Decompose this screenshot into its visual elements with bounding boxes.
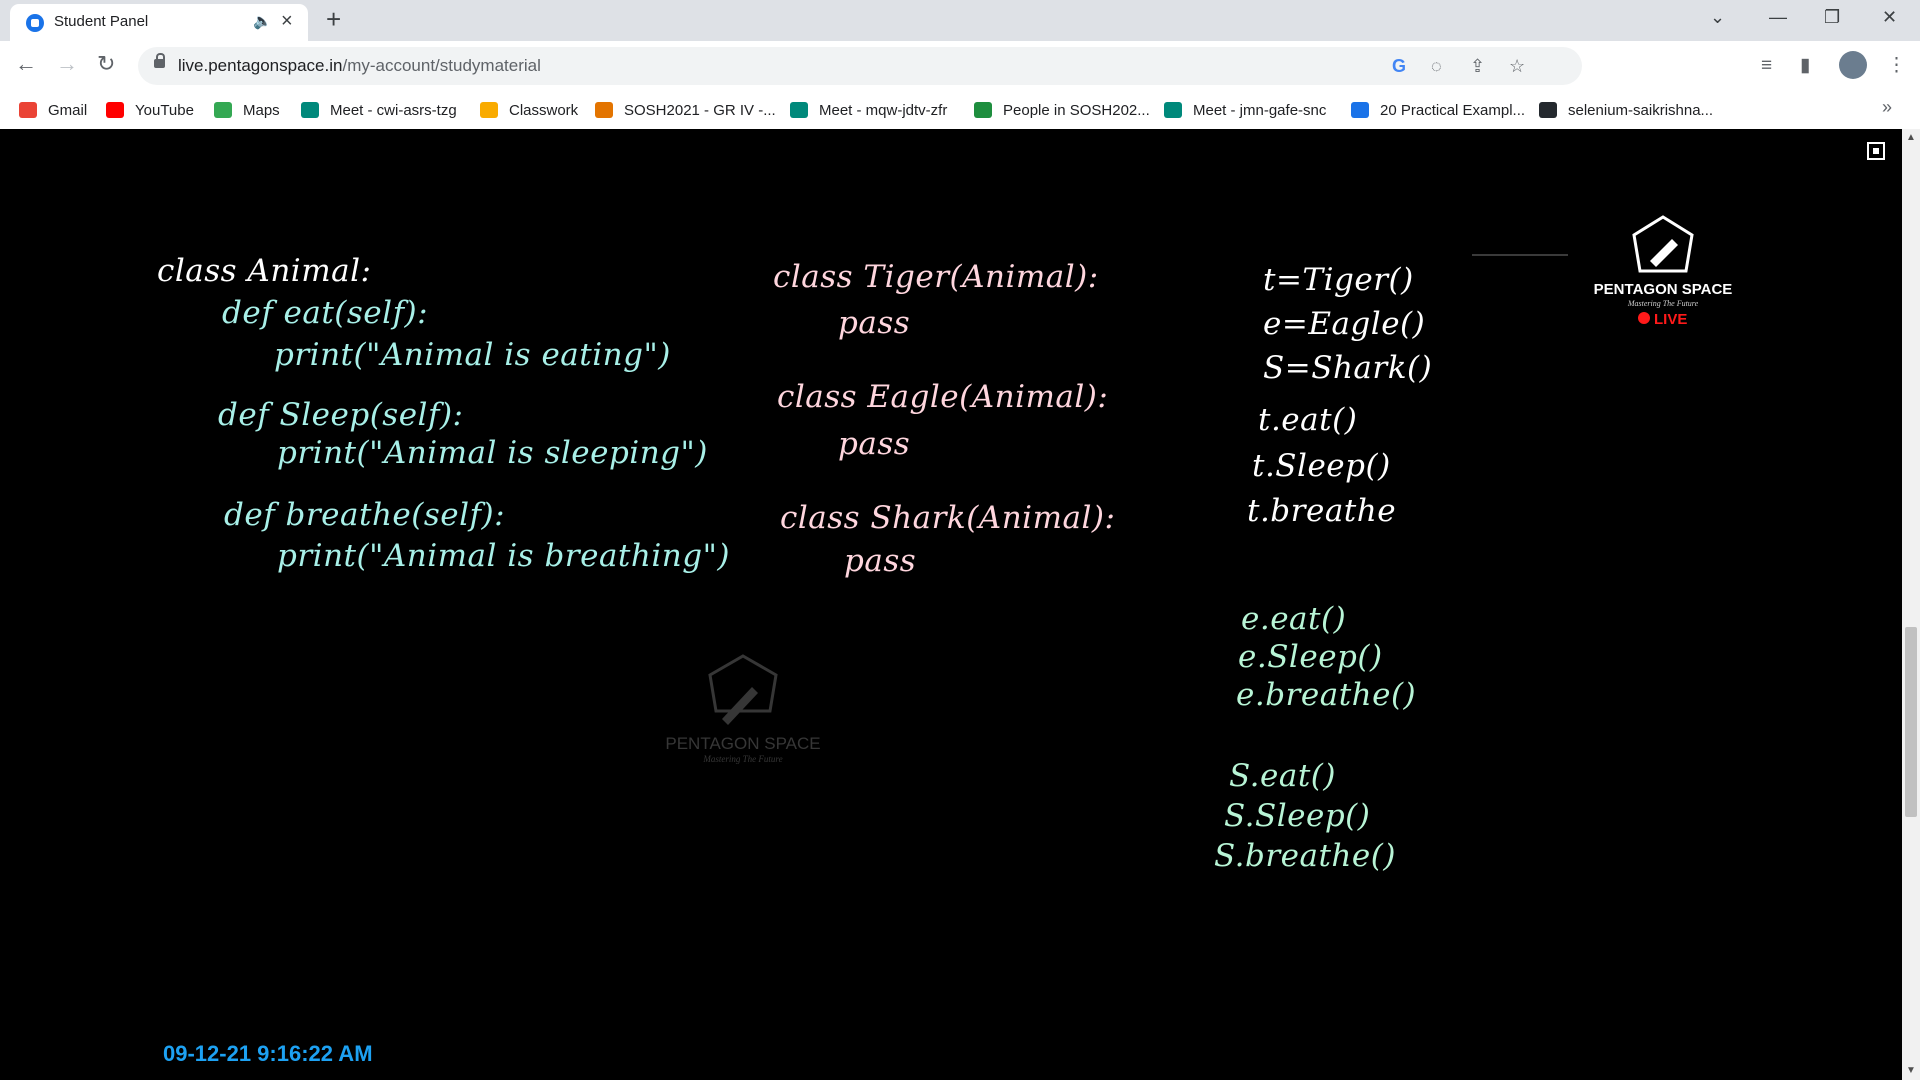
meet-icon: [790, 102, 808, 118]
site-favicon-icon: [26, 14, 44, 32]
page-scrollbar[interactable]: ▲ ▼: [1902, 129, 1920, 1080]
code-line: t=Tiger(): [1263, 262, 1414, 298]
reading-list-icon[interactable]: ≡: [1761, 55, 1772, 77]
code-line: print("Animal is sleeping"): [277, 435, 708, 471]
bookmark-meet-1[interactable]: Meet - cwi-asrs-tzg: [301, 99, 457, 121]
youtube-icon: [106, 102, 124, 118]
pen-nib-icon: [1650, 239, 1678, 267]
speaker-icon[interactable]: 🔈: [253, 12, 272, 30]
code-line: pass: [838, 305, 910, 341]
minimize-icon[interactable]: —: [1769, 6, 1787, 28]
code-line: class Tiger(Animal):: [773, 259, 1099, 295]
code-line: print("Animal is eating"): [274, 337, 671, 373]
github-icon: [1539, 102, 1557, 118]
video-timestamp: 09-12-21 9:16:22 AM: [163, 1041, 373, 1066]
tab-title: Student Panel: [54, 13, 149, 30]
close-window-icon[interactable]: ✕: [1882, 6, 1897, 28]
tab-search-chevron-icon[interactable]: ⌄: [1710, 6, 1725, 28]
logo-tagline: Mastering The Future: [1627, 299, 1699, 308]
lecture-video[interactable]: class Animal: def eat(self): print("Anim…: [0, 129, 1902, 1080]
bookmark-classwork[interactable]: Classwork: [480, 99, 578, 121]
classroom-icon: [974, 102, 992, 118]
scrollbar-thumb[interactable]: [1905, 627, 1917, 817]
forward-arrow-icon[interactable]: →: [56, 51, 78, 77]
watermark-logo: PENTAGON SPACE Mastering The Future: [665, 654, 821, 764]
close-tab-icon[interactable]: ×: [281, 10, 293, 32]
lock-icon[interactable]: [154, 53, 165, 68]
code-line: pass: [838, 426, 910, 462]
bookmark-star-icon[interactable]: ☆: [1509, 55, 1525, 77]
more-bookmarks-icon[interactable]: »: [1882, 97, 1892, 118]
code-line: S=Shark(): [1263, 350, 1432, 386]
classroom-icon: [480, 102, 498, 118]
eye-slash-icon[interactable]: ◌: [1431, 55, 1442, 77]
pentagon-space-logo: PENTAGON SPACE Mastering The Future LIVE: [1594, 215, 1733, 328]
pentagon-icon: [1632, 215, 1694, 273]
code-line: class Shark(Animal):: [780, 500, 1115, 536]
tab-student-panel[interactable]: Student Panel 🔈 ×: [10, 4, 308, 41]
back-arrow-icon[interactable]: ←: [15, 51, 37, 77]
code-line: t.breathe: [1247, 493, 1396, 529]
profile-avatar[interactable]: [1839, 51, 1867, 79]
code-line: e.eat(): [1241, 601, 1346, 637]
fullscreen-icon[interactable]: [1867, 142, 1885, 160]
scroll-up-arrow-icon[interactable]: ▲: [1906, 132, 1916, 143]
whiteboard: class Animal: def eat(self): print("Anim…: [157, 215, 1733, 874]
bookmark-meet-3[interactable]: Meet - jmn-gafe-snc: [1164, 99, 1326, 121]
classroom-icon: [595, 102, 613, 118]
bookmark-sosh2021[interactable]: SOSH2021 - GR IV -...: [595, 99, 776, 121]
code-line: e=Eagle(): [1263, 306, 1425, 342]
code-line: S.eat(): [1229, 758, 1336, 794]
maps-icon: [214, 102, 232, 118]
code-line: print("Animal is breathing"): [277, 538, 730, 574]
restore-icon[interactable]: ❐: [1824, 6, 1840, 28]
code-line: def Sleep(self):: [218, 397, 463, 433]
meet-icon: [1164, 102, 1182, 118]
code-line: class Animal:: [157, 253, 371, 289]
bookmark-youtube[interactable]: YouTube: [106, 99, 194, 121]
watermark-tagline: Mastering The Future: [702, 754, 782, 764]
tab-strip: Student Panel 🔈 × + ⌄ — ❐ ✕: [0, 0, 1920, 41]
address-bar[interactable]: live.pentagonspace.in/my-account/studyma…: [138, 47, 1582, 85]
live-dot-icon: [1638, 312, 1650, 324]
new-tab-icon[interactable]: +: [326, 6, 341, 32]
code-line: t.Sleep(): [1252, 448, 1391, 484]
code-line: def breathe(self):: [224, 497, 505, 533]
code-line: t.eat(): [1258, 402, 1357, 438]
logo-name: PENTAGON SPACE: [1594, 281, 1733, 298]
gmail-icon: [19, 102, 37, 118]
kebab-menu-icon[interactable]: ⋮: [1887, 55, 1906, 77]
bookmark-meet-2[interactable]: Meet - mqw-jdtv-zfr: [790, 99, 947, 121]
google-translate-icon[interactable]: G: [1392, 55, 1406, 77]
scroll-down-arrow-icon[interactable]: ▼: [1906, 1065, 1916, 1076]
code-line: def eat(self):: [222, 295, 428, 331]
code-line: pass: [844, 543, 916, 579]
reload-icon[interactable]: ↻: [97, 51, 115, 77]
shield-icon: [1351, 102, 1369, 118]
live-indicator: LIVE: [1654, 311, 1687, 328]
bookmark-people[interactable]: People in SOSH202...: [974, 99, 1150, 121]
code-line: e.Sleep(): [1238, 639, 1383, 675]
watermark-pen-icon: [722, 687, 758, 725]
code-line: S.Sleep(): [1224, 798, 1370, 834]
code-line: e.breathe(): [1236, 677, 1416, 713]
bookmark-practical-examples[interactable]: 20 Practical Exampl...: [1351, 99, 1525, 121]
share-icon[interactable]: ⇪: [1470, 55, 1485, 77]
bookmark-selenium[interactable]: selenium-saikrishna...: [1539, 99, 1713, 121]
watermark-name: PENTAGON SPACE: [665, 734, 820, 753]
side-panel-icon[interactable]: ▮: [1800, 55, 1810, 77]
url-text[interactable]: live.pentagonspace.in/my-account/studyma…: [178, 56, 541, 76]
bookmarks-bar: Gmail YouTube Maps Meet - cwi-asrs-tzg C…: [0, 91, 1920, 130]
browser-toolbar: ← → ↻ live.pentagonspace.in/my-account/s…: [0, 41, 1920, 91]
meet-icon: [301, 102, 319, 118]
bookmark-gmail[interactable]: Gmail: [19, 99, 87, 121]
bookmark-maps[interactable]: Maps: [214, 99, 280, 121]
code-line: class Eagle(Animal):: [777, 379, 1108, 415]
code-line: S.breathe(): [1214, 838, 1396, 874]
